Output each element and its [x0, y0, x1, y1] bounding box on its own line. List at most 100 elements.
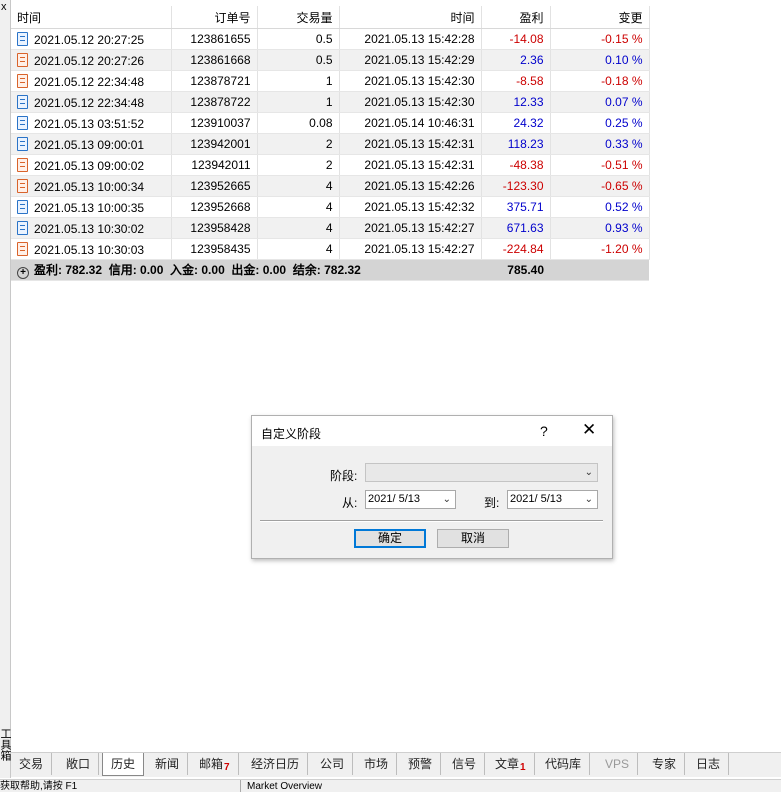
summary-total: 785.40: [481, 259, 550, 281]
history-table-container: 时间 订单号 交易量 时间 盈利 变更 2021.05.12 20:27:25 1…: [11, 6, 650, 281]
change-cell: 0.07 %: [550, 91, 650, 113]
column-header-open-time[interactable]: 时间: [11, 6, 172, 29]
tab-0[interactable]: 交易: [11, 753, 53, 775]
change-cell: 0.25 %: [550, 112, 650, 134]
open-time-text: 2021.05.13 10:00:35: [34, 200, 145, 215]
open-time-cell: 2021.05.12 20:27:26: [11, 49, 172, 71]
expand-plus-icon[interactable]: +: [17, 267, 29, 279]
volume-cell: 0.08: [257, 112, 340, 134]
help-icon[interactable]: ?: [540, 423, 548, 439]
open-time-text: 2021.05.13 03:51:52: [34, 116, 145, 131]
summary-row: + 盈利: 782.32 信用: 0.00 入金: 0.00 出金: 0.00 结…: [11, 259, 649, 281]
tab-2[interactable]: 历史: [102, 753, 145, 776]
change-cell: 0.93 %: [550, 217, 650, 239]
from-date-value: 2021/ 5/13: [368, 493, 420, 505]
table-row[interactable]: 2021.05.12 22:34:48 123878721 1 2021.05.13 …: [11, 70, 650, 92]
open-time-text: 2021.05.13 10:30:02: [34, 221, 145, 236]
tab-9[interactable]: 信号: [444, 753, 486, 775]
history-table: 时间 订单号 交易量 时间 盈利 变更 2021.05.12 20:27:25 1…: [11, 6, 650, 281]
table-row[interactable]: 2021.05.12 20:27:25 123861655 0.5 2021.05.1…: [11, 28, 650, 50]
tab-4[interactable]: 邮箱7: [191, 753, 239, 775]
to-date-value: 2021/ 5/13: [510, 493, 562, 505]
change-cell: 0.52 %: [550, 196, 650, 218]
buy-deal-icon: [17, 115, 28, 130]
close-icon[interactable]: ✕: [582, 420, 596, 440]
buy-deal-icon: [17, 31, 28, 46]
to-date-picker[interactable]: 2021/ 5/13 ⌄: [507, 490, 598, 509]
change-cell: -0.65 %: [550, 175, 650, 197]
change-cell: 0.10 %: [550, 49, 650, 71]
tab-11[interactable]: 代码库: [537, 753, 591, 775]
table-row[interactable]: 2021.05.13 09:00:01 123942001 2 2021.05.13 …: [11, 133, 650, 155]
tab-12[interactable]: VPS: [597, 753, 639, 775]
close-time-cell: 2021.05.13 15:42:27: [339, 217, 482, 239]
from-label: 从:: [342, 496, 358, 510]
buy-deal-icon: [17, 199, 28, 214]
sell-deal-icon: [17, 157, 28, 172]
tab-8[interactable]: 预警: [400, 753, 442, 775]
ok-button[interactable]: 确定: [354, 529, 426, 548]
table-row[interactable]: 2021.05.13 10:00:34 123952665 4 2021.05.13 …: [11, 175, 650, 197]
sell-deal-icon: [17, 52, 28, 67]
tab-label: VPS: [605, 757, 630, 771]
profit-cell: 671.63: [481, 217, 551, 239]
close-time-cell: 2021.05.13 15:42:32: [339, 196, 482, 218]
status-market-overview[interactable]: Market Overview: [240, 780, 322, 792]
column-header-profit[interactable]: 盈利: [481, 6, 551, 29]
table-row[interactable]: 2021.05.12 20:27:26 123861668 0.5 2021.05.1…: [11, 49, 650, 71]
toolbox-vertical-label: 工具箱: [0, 728, 11, 761]
table-row[interactable]: 2021.05.13 10:00:35 123952668 4 2021.05.13 …: [11, 196, 650, 218]
tab-14[interactable]: 日志: [688, 753, 730, 775]
summary-empty: [550, 259, 649, 281]
profit-cell: -224.84: [481, 238, 551, 260]
from-date-picker[interactable]: 2021/ 5/13 ⌄: [365, 490, 456, 509]
profit-cell: 24.32: [481, 112, 551, 134]
period-select[interactable]: ⌄: [365, 463, 598, 482]
column-header-order[interactable]: 订单号: [171, 6, 258, 29]
volume-cell: 0.5: [257, 28, 340, 50]
table-row[interactable]: 2021.05.13 09:00:02 123942011 2 2021.05.13 …: [11, 154, 650, 176]
tab-3[interactable]: 新闻: [147, 753, 189, 775]
status-help-text: 获取帮助,请按 F1: [0, 781, 78, 792]
dialog-title: 自定义阶段: [261, 427, 322, 441]
order-cell: 123878721: [171, 70, 258, 92]
tab-label: 代码库: [545, 757, 582, 771]
tab-13[interactable]: 专家: [644, 753, 686, 775]
cancel-button[interactable]: 取消: [437, 529, 509, 548]
volume-cell: 2: [257, 154, 340, 176]
close-time-cell: 2021.05.13 15:42:31: [339, 133, 482, 155]
tab-1[interactable]: 敞口: [58, 753, 100, 775]
chevron-down-icon: ⌄: [584, 494, 593, 505]
open-time-text: 2021.05.13 10:00:34: [34, 179, 145, 194]
tab-5[interactable]: 经济日历: [243, 753, 309, 775]
tab-10[interactable]: 文章1: [487, 753, 535, 775]
close-time-cell: 2021.05.14 10:46:31: [339, 112, 482, 134]
column-header-volume[interactable]: 交易量: [257, 6, 340, 29]
column-header-close-time[interactable]: 时间: [339, 6, 482, 29]
tab-label: 公司: [320, 757, 345, 771]
profit-cell: -14.08: [481, 28, 551, 50]
open-time-text: 2021.05.13 09:00:01: [34, 137, 145, 152]
close-time-cell: 2021.05.13 15:42:26: [339, 175, 482, 197]
tab-7[interactable]: 市场: [356, 753, 398, 775]
open-time-cell: 2021.05.12 22:34:48: [11, 70, 172, 92]
change-cell: -0.15 %: [550, 28, 650, 50]
table-row[interactable]: 2021.05.13 10:30:02 123958428 4 2021.05.13 …: [11, 217, 650, 239]
profit-cell: 375.71: [481, 196, 551, 218]
status-bar: 获取帮助,请按 F1 Market Overview: [0, 779, 781, 792]
profit-cell: 118.23: [481, 133, 551, 155]
order-cell: 123878722: [171, 91, 258, 113]
toolbox-tab-bar: 交易 敞口 历史 新闻 邮箱7 经济日历 公司 市场 预警 信号 文章1 代码库 VPS 专家 日志: [11, 752, 781, 777]
table-row[interactable]: 2021.05.12 22:34:48 123878722 1 2021.05.13 …: [11, 91, 650, 113]
close-icon[interactable]: x: [1, 2, 7, 13]
volume-cell: 2: [257, 133, 340, 155]
table-row[interactable]: 2021.05.13 10:30:03 123958435 4 2021.05.13 …: [11, 238, 650, 260]
change-cell: 0.33 %: [550, 133, 650, 155]
volume-cell: 1: [257, 91, 340, 113]
column-header-change[interactable]: 变更: [550, 6, 650, 29]
table-row[interactable]: 2021.05.13 03:51:52 123910037 0.08 2021.05.…: [11, 112, 650, 134]
tab-label: 新闻: [155, 757, 180, 771]
tab-6[interactable]: 公司: [312, 753, 354, 775]
to-label: 到:: [484, 496, 500, 510]
close-time-cell: 2021.05.13 15:42:31: [339, 154, 482, 176]
